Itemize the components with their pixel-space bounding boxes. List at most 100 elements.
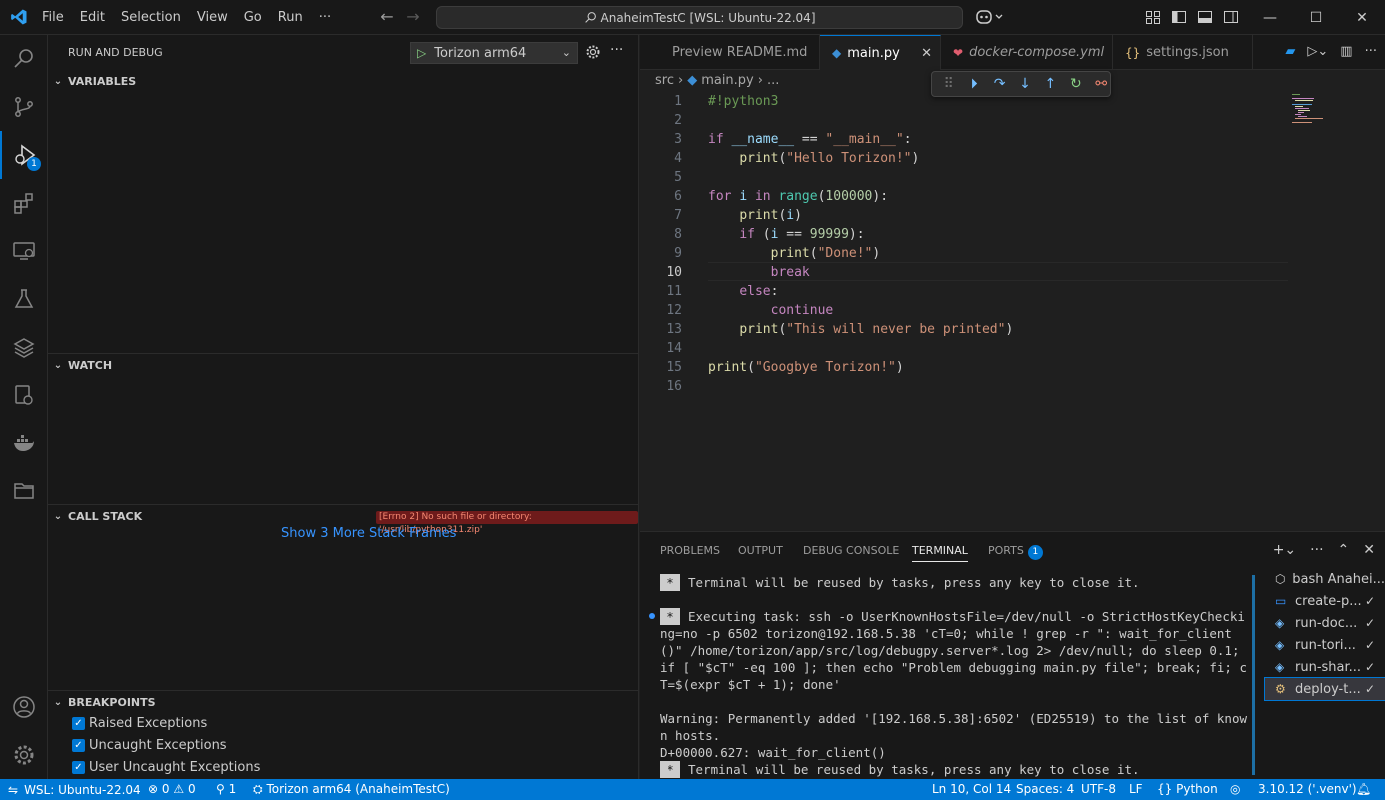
encoding[interactable]: UTF-8 <box>1081 782 1116 796</box>
breakpoint-uncaught-exceptions[interactable]: ✓ Uncaught Exceptions <box>72 734 227 756</box>
testing-flask-icon[interactable] <box>0 275 48 323</box>
maximize-icon[interactable]: ☐ <box>1293 0 1339 35</box>
checkbox-checked-icon[interactable]: ✓ <box>72 760 85 774</box>
more-actions-icon[interactable]: ··· <box>610 42 623 58</box>
toggle-secondary-sidebar-icon[interactable] <box>1223 9 1239 25</box>
more-actions-icon[interactable]: ··· <box>1365 44 1377 59</box>
gear-icon[interactable] <box>585 44 601 60</box>
run-debug-icon[interactable]: 1 <box>0 131 48 179</box>
menu-file[interactable]: File <box>34 10 72 25</box>
restart-icon[interactable]: ↻ <box>1067 75 1084 93</box>
code-line: 4 print("Hello Torizon!") <box>674 151 920 166</box>
torizon-settings-icon[interactable] <box>0 371 48 419</box>
terminal-item-bash[interactable]: ⬡ bash Anahei... <box>1265 568 1385 590</box>
continue-icon[interactable]: ⏵ <box>965 75 982 93</box>
maximize-panel-icon[interactable]: ⌃ <box>1338 542 1350 558</box>
menu-go[interactable]: Go <box>236 10 270 25</box>
tab-debug-console[interactable]: DEBUG CONSOLE <box>803 544 899 557</box>
drag-handle-icon[interactable]: ⠿ <box>940 75 957 93</box>
toggle-sidebar-icon[interactable] <box>1171 9 1187 25</box>
ports-status[interactable]: ⚲ 1 <box>216 782 236 796</box>
close-window-icon[interactable]: ✕ <box>1339 0 1385 35</box>
account-icon[interactable] <box>0 683 48 731</box>
variables-section[interactable]: ⌄ VARIABLES <box>48 70 639 92</box>
tab-ports[interactable]: PORTS 1 <box>988 544 1043 560</box>
terminal-item-create[interactable]: ▭ create-p... ✓ <box>1265 590 1385 612</box>
command-center[interactable]: AnaheimTestC [WSL: Ubuntu-22.04] <box>436 6 963 29</box>
start-debugging-icon[interactable]: ▷ <box>417 46 426 60</box>
breakpoint-raised-exceptions[interactable]: ✓ Raised Exceptions <box>72 712 207 734</box>
tab-output[interactable]: OUTPUT <box>738 544 783 557</box>
explorer-search-icon[interactable] <box>0 35 48 83</box>
menu-bar: File Edit Selection View Go Run ··· <box>34 0 339 35</box>
debug-config-status[interactable]: ⛭ Torizon arm64 (AnaheimTestC) <box>253 782 450 797</box>
terminal-item-deploy[interactable]: ⚙ deploy-t... ✓ <box>1264 677 1385 701</box>
breakpoint-user-uncaught-exceptions[interactable]: ✓ User Uncaught Exceptions <box>72 756 260 778</box>
manage-gear-icon[interactable] <box>0 731 48 779</box>
tab-label: main.py <box>847 45 900 61</box>
more-actions-icon[interactable]: ··· <box>1310 542 1323 558</box>
new-terminal-icon[interactable]: +⌄ <box>1273 542 1296 558</box>
menu-selection[interactable]: Selection <box>113 10 189 25</box>
step-into-icon[interactable]: ↓ <box>1016 75 1033 93</box>
arrow-left-icon[interactable]: ← <box>378 8 396 26</box>
show-more-stack-frames-link[interactable]: Show 3 More Stack Frames <box>281 526 456 541</box>
disconnect-icon[interactable]: ⚯ <box>1093 75 1110 93</box>
breadcrumb-file[interactable]: main.py <box>701 73 754 88</box>
run-python-icon[interactable]: ▷⌄ <box>1307 44 1328 59</box>
tab-main-py[interactable]: ◆ main.py ✕ <box>820 35 941 70</box>
menu-view[interactable]: View <box>189 10 236 25</box>
breadcrumb-more[interactable]: ... <box>767 73 779 88</box>
menu-run[interactable]: Run <box>270 10 311 25</box>
customize-layout-icon[interactable] <box>1145 9 1161 25</box>
launch-config-select[interactable]: ▷ Torizon arm64 ⌄ <box>410 42 578 64</box>
docker-icon[interactable] <box>0 419 48 467</box>
toggle-panel-icon[interactable] <box>1197 9 1213 25</box>
terminal-item-run-share[interactable]: ◈ run-shar... ✓ <box>1265 656 1385 678</box>
checkbox-checked-icon[interactable]: ✓ <box>72 738 85 752</box>
step-out-icon[interactable]: ↑ <box>1042 75 1059 93</box>
tab-docker-compose[interactable]: ❤ docker-compose.yml <box>941 35 1113 70</box>
layers-icon: ◈ <box>1275 638 1285 652</box>
tab-settings-json[interactable]: {} settings.json <box>1113 35 1253 70</box>
language-mode[interactable]: {} Python <box>1157 782 1218 796</box>
menu-more[interactable]: ··· <box>311 10 339 25</box>
breakpoints-section[interactable]: ⌄ BREAKPOINTS <box>48 691 639 713</box>
step-over-icon[interactable]: ↷ <box>991 75 1008 93</box>
close-icon[interactable]: ✕ <box>921 46 932 61</box>
indentation[interactable]: Spaces: 4 <box>1016 782 1074 796</box>
folder-icon[interactable] <box>0 467 48 515</box>
close-panel-icon[interactable]: ✕ <box>1363 542 1375 558</box>
notifications-bell-icon[interactable]: 🔔︎ <box>1356 782 1371 796</box>
copilot-status-icon[interactable]: ◎ <box>1230 782 1240 796</box>
source-control-icon[interactable] <box>0 83 48 131</box>
remote-indicator[interactable]: ⇋ WSL: Ubuntu-22.04 <box>0 779 149 800</box>
copilot-icon[interactable] <box>975 8 1003 26</box>
tab-problems[interactable]: PROBLEMS <box>660 544 720 557</box>
problems-status[interactable]: ⊗ 0 ⚠ 0 <box>148 782 196 796</box>
terminal-item-run-torizon[interactable]: ◈ run-tori... ✓ <box>1265 634 1385 656</box>
line-endings[interactable]: LF <box>1129 782 1143 796</box>
arrow-right-icon[interactable]: → <box>404 8 422 26</box>
docker-whale-icon[interactable]: ▰ <box>1285 44 1295 59</box>
cursor-position[interactable]: Ln 10, Col 14 <box>932 782 1011 796</box>
terminal-output[interactable]: * Terminal will be reused by tasks, press… <box>660 572 1252 778</box>
menu-edit[interactable]: Edit <box>72 10 113 25</box>
breadcrumb-folder[interactable]: src <box>655 73 674 88</box>
terminal-scrollbar[interactable] <box>1252 575 1255 775</box>
tab-label: docker-compose.yml <box>969 45 1105 60</box>
tab-terminal[interactable]: TERMINAL <box>912 544 968 562</box>
minimap[interactable] <box>1292 92 1342 132</box>
minimize-icon[interactable]: — <box>1247 0 1293 35</box>
tab-preview-readme[interactable]: Preview README.md <box>640 35 820 70</box>
remote-explorer-icon[interactable] <box>0 227 48 275</box>
watch-section[interactable]: ⌄ WATCH <box>48 354 639 376</box>
run-debug-sidebar: RUN AND DEBUG ▷ Torizon arm64 ⌄ ··· ⌄ VAR… <box>48 35 639 779</box>
chevron-down-icon: ⌄ <box>53 510 63 522</box>
python-interpreter[interactable]: 3.10.12 ('.venv') <box>1258 782 1357 796</box>
layers-icon[interactable] <box>0 323 48 371</box>
split-editor-icon[interactable]: ▥ <box>1340 44 1352 59</box>
terminal-item-run-docker[interactable]: ◈ run-doc... ✓ <box>1265 612 1385 634</box>
extensions-icon[interactable] <box>0 179 48 227</box>
checkbox-checked-icon[interactable]: ✓ <box>72 716 85 730</box>
